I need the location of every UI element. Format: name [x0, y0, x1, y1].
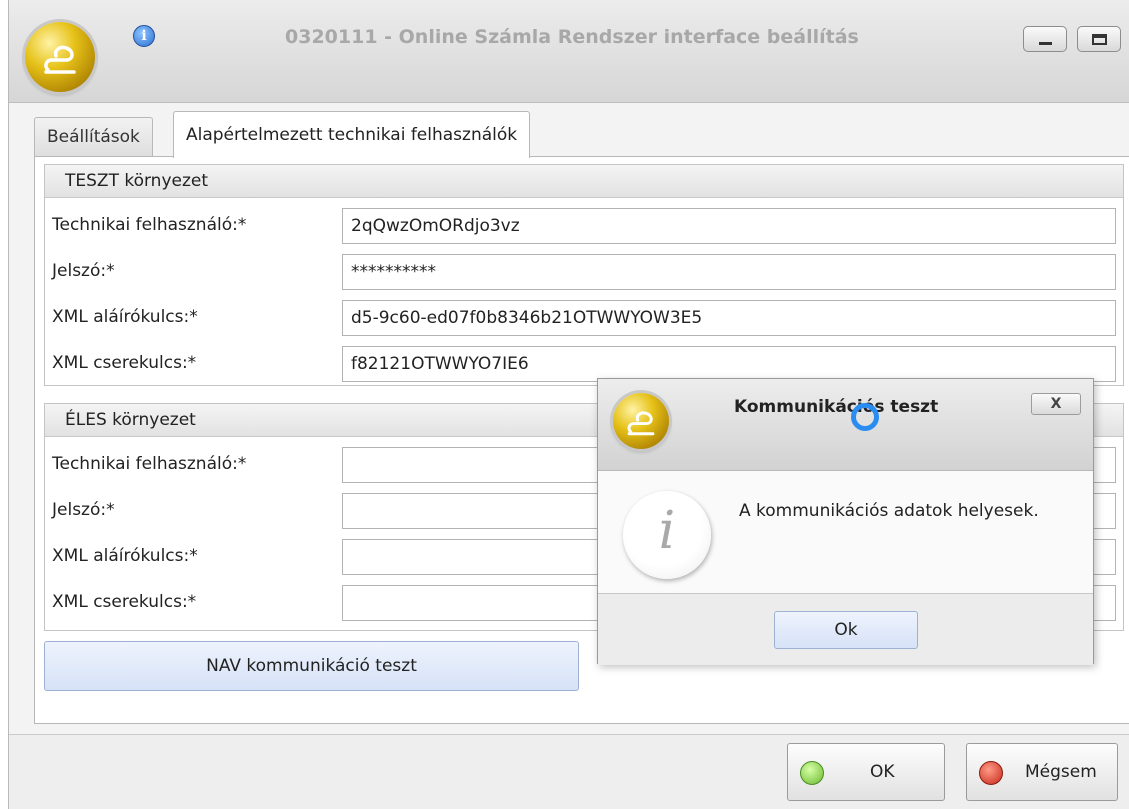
- ok-button-label: OK: [870, 762, 895, 782]
- dialog-title-bar: Kommunikációs teszt X: [598, 379, 1093, 471]
- teszt-row-user: Technikai felhasználó:* 2qQwzOmORdjo3vz: [45, 208, 1123, 244]
- dialog-body: i A kommunikációs adatok helyesek.: [598, 471, 1093, 593]
- minimize-button[interactable]: [1023, 26, 1067, 52]
- dialog-ok-button[interactable]: Ok: [774, 611, 918, 649]
- dialog-logo-glyph: [627, 411, 655, 436]
- teszt-exchangekey-label: XML cserekulcs:*: [52, 353, 197, 373]
- app-logo-glyph: [44, 45, 76, 74]
- info-icon[interactable]: i: [133, 25, 155, 47]
- teszt-exchangekey-field[interactable]: f82121OTWWYO7IE6: [342, 346, 1116, 382]
- information-icon: i: [623, 491, 711, 579]
- busy-cursor-icon: [851, 403, 879, 431]
- teszt-signkey-label: XML aláírókulcs:*: [52, 307, 198, 327]
- tab-beallitasok[interactable]: Beállítások: [34, 117, 153, 157]
- dialog-message: A kommunikációs adatok helyesek.: [739, 501, 1039, 521]
- maximize-button[interactable]: [1077, 26, 1121, 52]
- eles-signkey-label: XML aláírókulcs:*: [52, 546, 198, 566]
- eles-exchangekey-label: XML cserekulcs:*: [52, 592, 197, 612]
- dialog-logo-icon: [613, 393, 669, 449]
- teszt-row-signkey: XML aláírókulcs:* d5-9c60-ed07f0b8346b21…: [45, 300, 1123, 336]
- teszt-password-field[interactable]: **********: [342, 254, 1116, 290]
- nav-communication-test-button[interactable]: NAV kommunikáció teszt: [44, 641, 579, 691]
- teszt-user-label: Technikai felhasználó:*: [52, 215, 247, 235]
- teszt-user-field[interactable]: 2qQwzOmORdjo3vz: [342, 208, 1116, 244]
- title-bar: i 0320111 - Online Számla Rendszer inter…: [9, 0, 1129, 103]
- maximize-icon: [1092, 34, 1107, 45]
- eles-password-label: Jelszó:*: [52, 500, 115, 520]
- teszt-row-exchangekey: XML cserekulcs:* f82121OTWWYO7IE6: [45, 346, 1123, 382]
- check-icon: [800, 761, 824, 785]
- dialog-title: Kommunikációs teszt: [734, 397, 939, 417]
- app-logo-icon[interactable]: [25, 22, 95, 92]
- ok-button[interactable]: OK: [787, 743, 945, 801]
- dialog-close-button[interactable]: X: [1031, 393, 1081, 415]
- eles-user-label: Technikai felhasználó:*: [52, 454, 247, 474]
- teszt-group: TESZT környezet Technikai felhasználó:* …: [44, 164, 1124, 386]
- teszt-signkey-field[interactable]: d5-9c60-ed07f0b8346b21OTWWYOW3E5: [342, 300, 1116, 336]
- cancel-button-label: Mégsem: [1025, 762, 1097, 782]
- cancel-icon: [979, 761, 1003, 785]
- teszt-row-password: Jelszó:* **********: [45, 254, 1123, 290]
- teszt-password-label: Jelszó:*: [52, 261, 115, 281]
- dialog-footer: Ok: [598, 593, 1093, 665]
- cancel-button[interactable]: Mégsem: [966, 743, 1118, 801]
- bottom-button-bar: OK Mégsem: [9, 734, 1129, 809]
- information-glyph: i: [658, 501, 676, 561]
- teszt-group-header: TESZT környezet: [45, 165, 1123, 198]
- minimize-icon: [1039, 42, 1052, 45]
- communication-test-dialog: Kommunikációs teszt X i A kommunikációs …: [597, 378, 1094, 665]
- window-title: 0320111 - Online Számla Rendszer interfa…: [285, 26, 859, 48]
- tab-alapertelmezett-felhasznalok[interactable]: Alapértelmezett technikai felhasználók: [173, 111, 531, 158]
